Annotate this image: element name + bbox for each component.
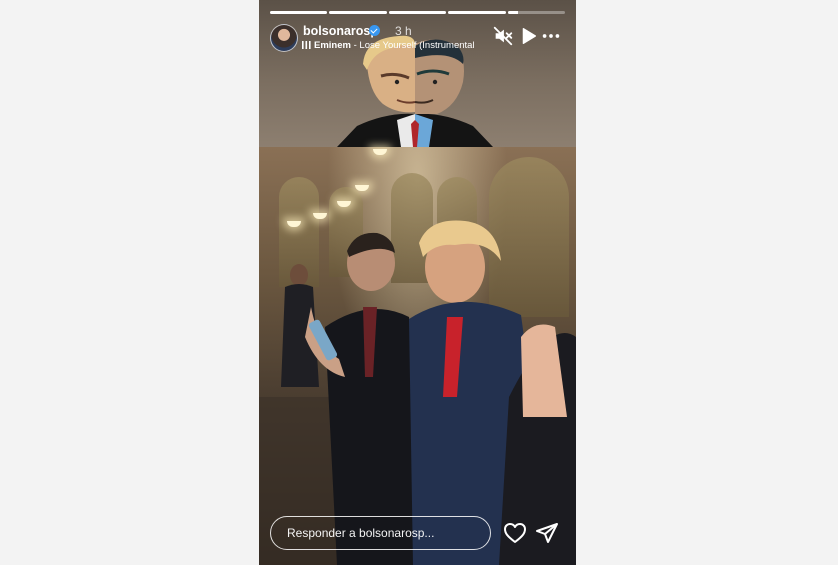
mute-button[interactable]	[492, 25, 514, 47]
music-artist: Eminem	[314, 40, 351, 51]
heart-outline-icon	[504, 523, 526, 543]
share-button[interactable]	[535, 521, 559, 545]
progress-segment-current	[507, 11, 566, 14]
progress-segment	[270, 11, 328, 14]
play-icon	[522, 27, 537, 45]
music-attribution[interactable]: Eminem - Lose Yourself (Instrumental)	[302, 40, 474, 51]
more-options-button[interactable]	[540, 25, 562, 47]
people-in-photo	[259, 220, 576, 565]
send-icon	[536, 523, 558, 543]
username-link[interactable]: bolsonarosp	[303, 24, 378, 38]
play-button[interactable]	[517, 25, 539, 47]
speaker-muted-icon	[493, 26, 513, 46]
progress-segment	[329, 11, 387, 14]
more-horizontal-icon	[542, 34, 560, 38]
story-timestamp: 3 h	[395, 24, 412, 38]
story-photo	[259, 147, 576, 565]
reply-box[interactable]	[270, 516, 491, 550]
avatar[interactable]	[270, 24, 298, 52]
music-track: Lose Yourself (Instrumental)	[359, 40, 474, 51]
progress-segment	[388, 11, 447, 14]
story-header: bolsonarosp 3 h Eminem - Lose Yourself (…	[270, 23, 566, 53]
story-viewer[interactable]: bolsonarosp 3 h Eminem - Lose Yourself (…	[259, 0, 576, 565]
story-progress-bar	[270, 11, 566, 14]
music-bars-icon	[302, 41, 311, 49]
reply-input[interactable]	[287, 525, 477, 541]
like-button[interactable]	[503, 522, 527, 544]
progress-segment	[448, 11, 506, 14]
verified-badge-icon	[369, 25, 380, 36]
